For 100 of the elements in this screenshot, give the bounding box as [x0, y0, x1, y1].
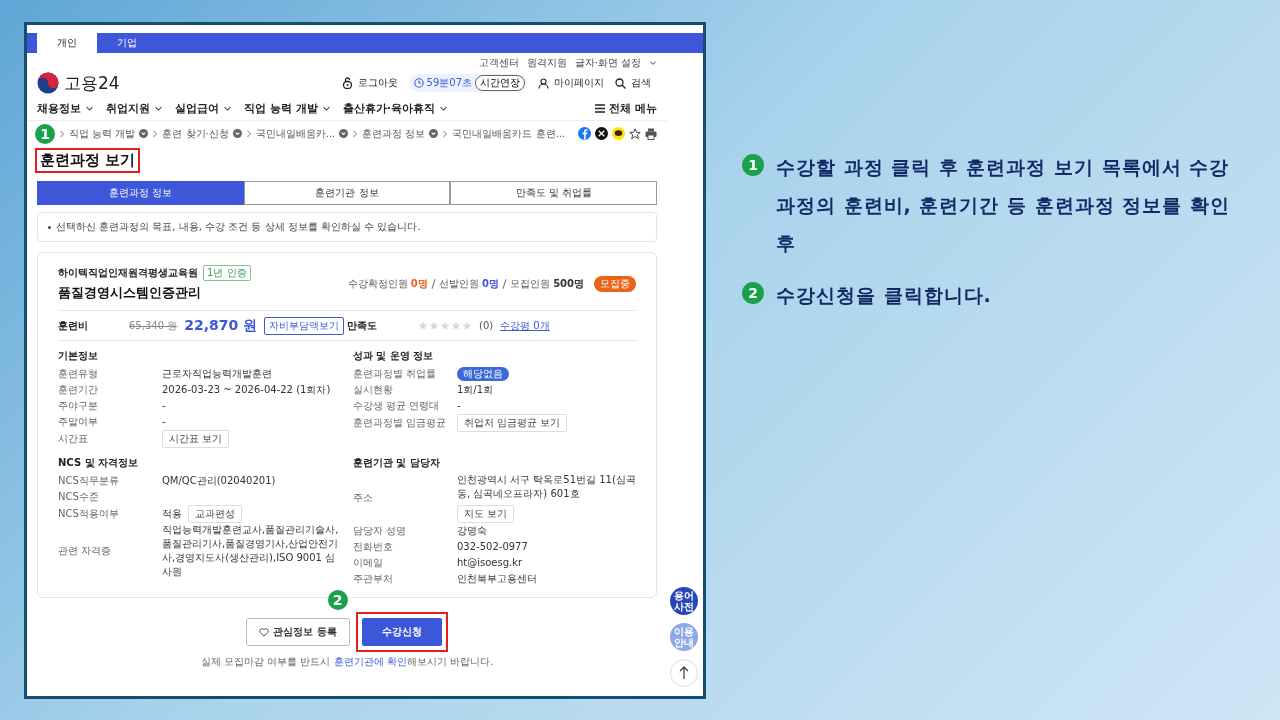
printer-icon[interactable] — [645, 127, 657, 140]
star-outline-icon[interactable] — [629, 127, 641, 140]
field-label: 주소 — [353, 491, 374, 505]
field-label: NCS직무분류 — [58, 474, 120, 488]
chevron-right-icon — [59, 129, 65, 138]
field-label: 실시현황 — [353, 383, 394, 397]
empty-star-icon — [451, 320, 461, 331]
field-value: 인천광역시 서구 탁옥로51번길 11(심곡동, 심곡네오프라자) 601호 — [457, 473, 636, 501]
field-label: 주말여부 — [58, 415, 99, 429]
dropdown-icon[interactable] — [429, 129, 439, 138]
lock-icon[interactable] — [341, 77, 353, 89]
detail-button[interactable]: 교과편성 — [188, 505, 242, 523]
field-value: - — [162, 415, 166, 429]
breadcrumb-link[interactable]: 훈련 찾기·신청 — [162, 126, 229, 141]
detail-button[interactable]: 취업처 임금평균 보기 — [457, 414, 568, 432]
rating-label: 만족도 — [347, 318, 378, 333]
step-badge: 2 — [742, 282, 764, 304]
field-value: 032-502-0977 — [457, 540, 528, 554]
step-badge: 1 — [35, 123, 55, 144]
status-badge: 해당없음 — [457, 367, 509, 381]
field-value: 인천북부고용센터 — [457, 572, 537, 586]
logout-link[interactable]: 로그아웃 — [357, 76, 398, 90]
field-label: 훈련과정별 취업률 — [353, 367, 438, 381]
breadcrumb-link[interactable]: 국민내일배움카드 훈련... — [452, 126, 566, 141]
field-label: 이메일 — [353, 556, 384, 570]
audience-tab[interactable]: 개인 — [37, 33, 97, 53]
letter-f-icon[interactable] — [578, 127, 591, 140]
empty-star-icon — [462, 320, 472, 331]
rating-count: (0) — [479, 320, 494, 331]
section-title: 기본정보 — [58, 349, 99, 363]
fee-label: 훈련비 — [58, 318, 89, 333]
clock-icon — [413, 78, 424, 88]
letter-x-icon[interactable] — [595, 127, 608, 140]
content-tab[interactable]: 만족도 및 취업률 — [450, 181, 657, 205]
all-menu-button[interactable]: 전체 메뉴 — [595, 100, 657, 116]
floating-button[interactable]: 용어 사전 — [670, 587, 698, 615]
mypage-link[interactable]: 마이페이지 — [554, 76, 604, 90]
field-label: 전화번호 — [353, 540, 394, 554]
chevron-right-icon — [152, 129, 159, 138]
field-value: 1회/1회 — [457, 383, 494, 397]
detail-button[interactable]: 시간표 보기 — [162, 430, 230, 448]
field-value: 직업능력개발훈련교사,품질관리기술사,품질관리기사,품질경영기사,산업안전기사,경영지도사(생산관리),ISO 9001 심사원 — [162, 523, 340, 579]
content-tab[interactable]: 훈련과정 정보 — [37, 181, 244, 205]
person-icon[interactable] — [538, 77, 549, 89]
utility-link[interactable]: 글자·화면 설정 — [574, 55, 641, 70]
field-value: - — [457, 399, 461, 413]
extend-button[interactable]: 시간연장 — [475, 75, 525, 91]
breadcrumb-link[interactable]: 국민내일배움카... — [255, 126, 336, 141]
field-value: 근로자직업능력개발훈련 — [162, 367, 272, 381]
chevron-right-icon — [245, 129, 252, 138]
field-value: 적용 — [162, 507, 182, 521]
interest-button[interactable]: 관심정보 등록 — [246, 618, 350, 646]
chevron-down-icon[interactable] — [649, 58, 657, 67]
field-label: NCS수준 — [58, 490, 100, 504]
original-fee: 65,340 원 — [129, 318, 178, 333]
nav-menu-item[interactable]: 취업지원 — [106, 100, 163, 116]
audience-tab[interactable]: 기업 — [97, 33, 157, 53]
content-tab[interactable]: 훈련기관 정보 — [243, 181, 451, 205]
site-logo-text[interactable]: 고용24 — [64, 71, 120, 95]
chevron-right-icon — [352, 129, 359, 138]
dropdown-icon[interactable] — [232, 129, 242, 138]
field-label: 주야구분 — [58, 399, 99, 413]
apply-button[interactable]: 수강신청 — [361, 618, 442, 646]
nav-menu-item[interactable]: 직업 능력 개발 — [244, 100, 331, 116]
dropdown-icon[interactable] — [339, 129, 349, 138]
nav-menu-item[interactable]: 실업급여 — [175, 100, 232, 116]
institution-name: 하이텍직업인재원격평생교육원 — [58, 266, 198, 280]
section-title: NCS 및 자격정보 — [58, 456, 140, 470]
utility-link[interactable]: 고객센터 — [478, 55, 519, 70]
field-label: 훈련과정별 임금평균 — [353, 416, 448, 430]
search-icon[interactable] — [615, 77, 626, 89]
review-link[interactable]: 수강평 0개 — [500, 318, 550, 333]
empty-star-icon — [418, 320, 428, 331]
dropdown-icon[interactable] — [139, 129, 149, 138]
utility-link[interactable]: 원격지원 — [526, 55, 567, 70]
footnote-link[interactable]: 훈련기관에 확인 — [333, 656, 407, 667]
chevron-right-icon — [442, 129, 449, 138]
field-label: 훈련유형 — [58, 367, 99, 381]
section-title: 성과 및 운영 정보 — [353, 349, 435, 363]
breadcrumb-link[interactable]: 직업 능력 개발 — [69, 126, 136, 141]
breadcrumb-link[interactable]: 훈련과정 정보 — [362, 126, 426, 141]
nav-menu-item[interactable]: 출산휴가·육아휴직 — [342, 100, 448, 116]
empty-star-icon — [440, 320, 450, 331]
detail-button[interactable]: 지도 보기 — [457, 505, 515, 523]
step-badge: 2 — [327, 590, 348, 610]
instruction-text: 수강신청을 클릭합니다. — [776, 283, 992, 308]
search-link[interactable]: 검색 — [631, 76, 651, 90]
nav-menu-item[interactable]: 채용정보 — [37, 100, 94, 116]
field-value: 강명숙 — [457, 524, 487, 538]
self-pay-button[interactable]: 자비부담액보기 — [264, 316, 345, 335]
field-value: QM/QC관리(02040201) — [162, 474, 276, 488]
notice-text: 선택하신 훈련과정의 목표, 내용, 수강 조건 등 상세 정보를 확인하실 수 있습니다. — [56, 220, 421, 234]
status-badge: 모집중 — [594, 275, 636, 292]
enrollment-count: 모집인원 500명 — [509, 276, 584, 291]
field-label: 수강생 평균 연령대 — [353, 399, 441, 413]
timer-text: 59분07초 — [426, 76, 472, 90]
field-label: NCS적용여부 — [58, 507, 120, 521]
logo-icon[interactable] — [37, 72, 59, 94]
chat-bubble-icon[interactable] — [612, 127, 625, 140]
menu-icon — [595, 103, 606, 113]
